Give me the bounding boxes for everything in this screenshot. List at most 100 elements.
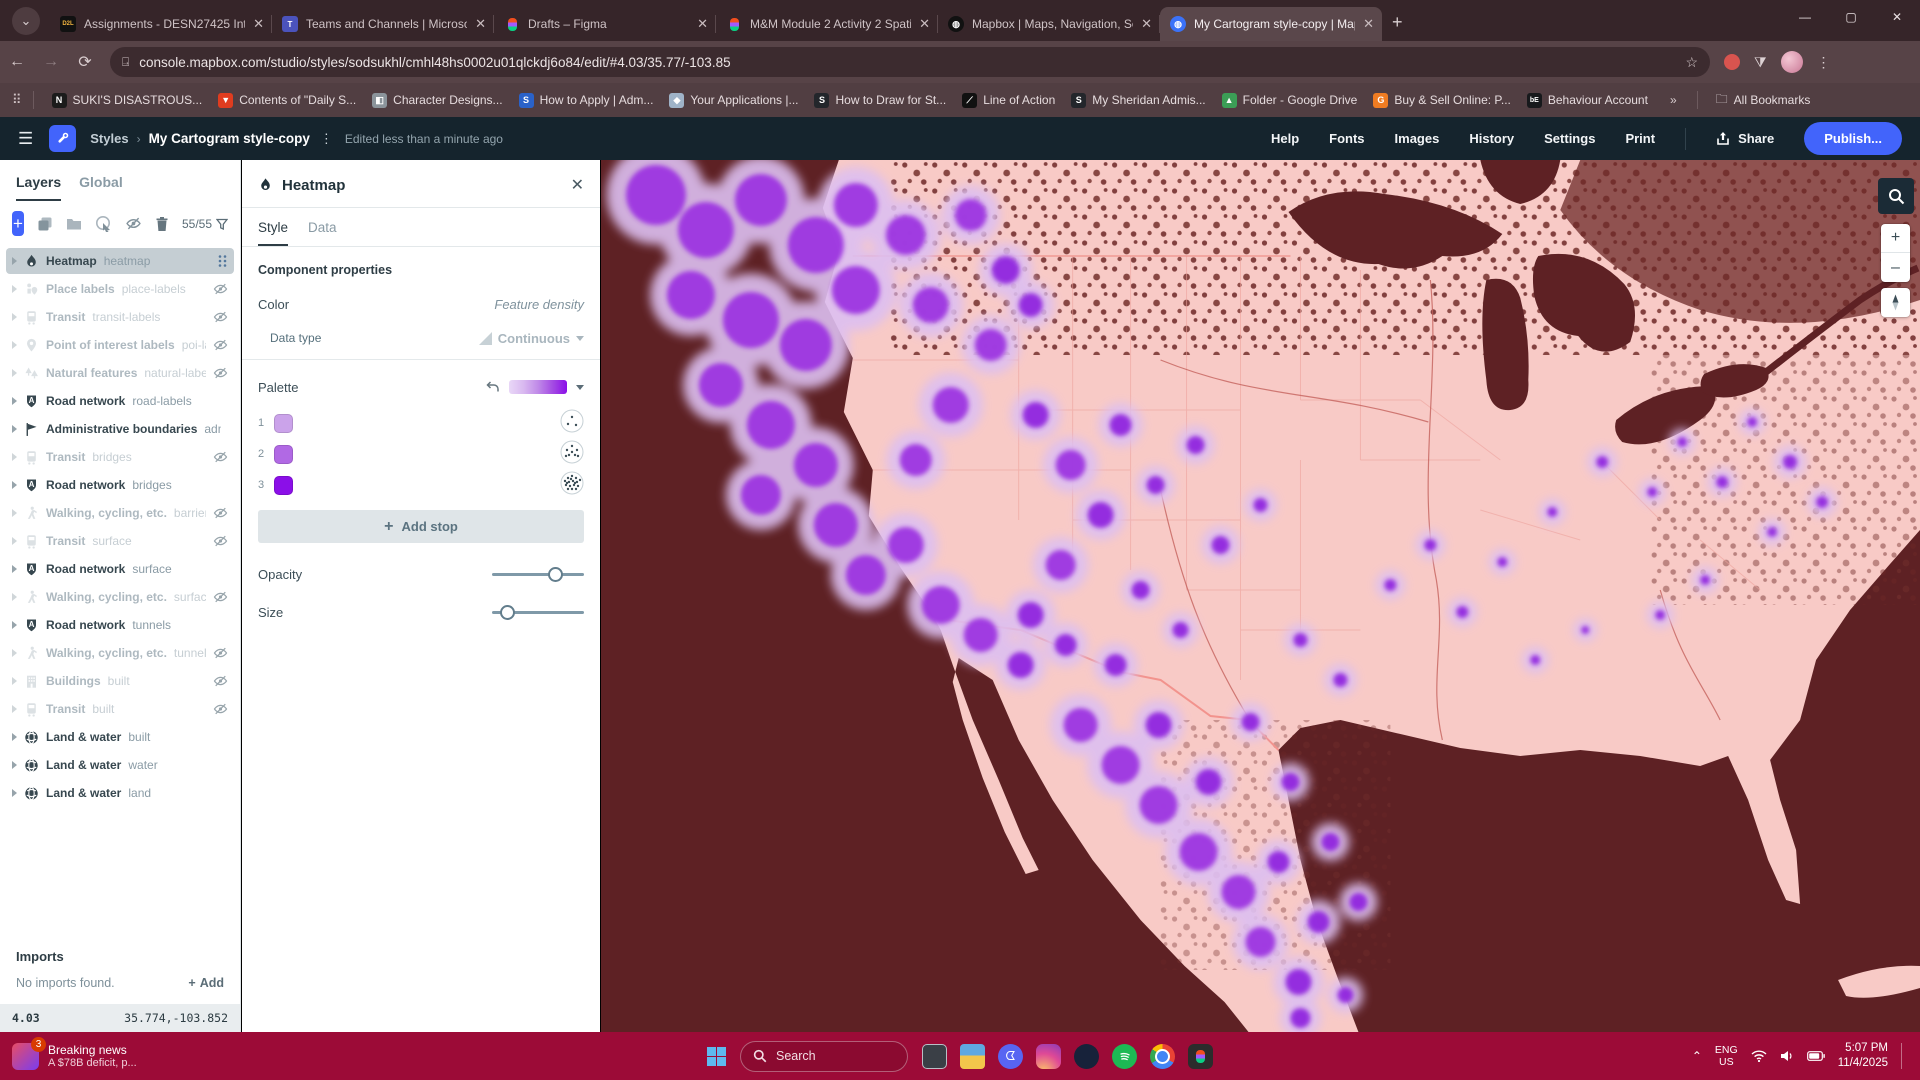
bookmark-item[interactable]: SHow to Draw for St...: [806, 90, 954, 111]
all-bookmarks-button[interactable]: 🗀 All Bookmarks: [1708, 87, 1819, 114]
browser-tab[interactable]: ◍My Cartogram style-copy | Map✕: [1160, 7, 1382, 41]
expand-caret-icon[interactable]: [12, 313, 17, 321]
opacity-slider-handle[interactable]: [548, 567, 563, 582]
tab-style[interactable]: Style: [258, 220, 288, 246]
browser-tab[interactable]: TTeams and Channels | Microsof✕: [272, 7, 494, 41]
size-slider-handle[interactable]: [500, 605, 515, 620]
figma-icon[interactable]: [1188, 1044, 1213, 1069]
layer-row-tunnels[interactable]: ARoad networktunnels: [6, 612, 234, 638]
tab-close-icon[interactable]: ✕: [475, 16, 486, 32]
layer-row-barriers-bridg[interactable]: Walking, cycling, etc.barriers-bridg: [6, 500, 234, 526]
data-type-dropdown[interactable]: Continuous: [479, 331, 584, 346]
expand-caret-icon[interactable]: [12, 705, 17, 713]
map-canvas[interactable]: + –: [601, 160, 1920, 1032]
palette-gradient-swatch[interactable]: [509, 380, 567, 394]
map-search-button[interactable]: [1878, 178, 1914, 214]
color-value[interactable]: Feature density: [494, 297, 584, 312]
expand-caret-icon[interactable]: [12, 425, 17, 433]
browser-tab[interactable]: Drafts – Figma✕: [494, 7, 716, 41]
layer-row-surface[interactable]: Transitsurface: [6, 528, 234, 554]
spotify-icon[interactable]: [1112, 1044, 1137, 1069]
eye-off-icon[interactable]: [213, 366, 228, 380]
tab-close-icon[interactable]: ✕: [253, 16, 264, 32]
layer-row-transit-labels[interactable]: Transittransit-labels: [6, 304, 234, 330]
bookmark-item[interactable]: ◧Character Designs...: [364, 90, 510, 111]
eye-off-icon[interactable]: [213, 674, 228, 688]
layer-row-poi-labels[interactable]: Point of interest labelspoi-labels: [6, 332, 234, 358]
share-button[interactable]: Share: [1716, 131, 1774, 146]
menu-hamburger-icon[interactable]: ☰: [18, 129, 33, 149]
browser-tab[interactable]: M&M Module 2 Activity 2 Spati✕: [716, 7, 938, 41]
nav-fonts[interactable]: Fonts: [1329, 131, 1364, 146]
eye-off-icon[interactable]: [213, 310, 228, 324]
reset-undo-icon[interactable]: [485, 380, 500, 394]
stop-color-swatch[interactable]: [274, 476, 293, 495]
expand-caret-icon[interactable]: [12, 761, 17, 769]
discord-icon[interactable]: ᗧ: [998, 1044, 1023, 1069]
layer-count[interactable]: 55/55: [182, 217, 228, 231]
tab-data[interactable]: Data: [308, 220, 337, 246]
drag-handle-icon[interactable]: [217, 254, 228, 268]
breadcrumb-styles-link[interactable]: Styles: [90, 131, 128, 146]
toggle-visibility-icon[interactable]: [125, 216, 142, 231]
window-maximize-button[interactable]: ▢: [1828, 0, 1874, 34]
layer-row-heatmap[interactable]: Heatmapheatmap: [6, 248, 234, 274]
show-desktop-strip[interactable]: [1901, 1043, 1906, 1069]
file-explorer-icon[interactable]: [960, 1044, 985, 1069]
delete-layer-icon[interactable]: [155, 216, 169, 232]
close-panel-icon[interactable]: ✕: [571, 175, 584, 195]
expand-caret-icon[interactable]: [12, 509, 17, 517]
layer-row-bridges[interactable]: ARoad networkbridges: [6, 472, 234, 498]
layer-row-natural-labels[interactable]: Natural featuresnatural-labels: [6, 360, 234, 386]
zoom-out-button[interactable]: –: [1881, 253, 1910, 282]
expand-caret-icon[interactable]: [12, 453, 17, 461]
layer-row-built[interactable]: Land & waterbuilt: [6, 724, 234, 750]
eye-off-icon[interactable]: [213, 534, 228, 548]
tab-close-icon[interactable]: ✕: [919, 16, 930, 32]
zoom-in-button[interactable]: +: [1881, 224, 1910, 253]
opacity-slider[interactable]: [492, 567, 584, 582]
layer-row-tunnels[interactable]: Walking, cycling, etc.tunnels: [6, 640, 234, 666]
expand-caret-icon[interactable]: [12, 537, 17, 545]
tab-layers[interactable]: Layers: [16, 174, 61, 201]
apps-grid-icon[interactable]: ⠿: [12, 92, 23, 108]
expand-caret-icon[interactable]: [12, 369, 17, 377]
profile-avatar[interactable]: [1781, 51, 1803, 73]
bookmark-item[interactable]: ▼Contents of "Daily S...: [210, 90, 364, 111]
expand-caret-icon[interactable]: [12, 481, 17, 489]
eye-off-icon[interactable]: [213, 506, 228, 520]
expand-caret-icon[interactable]: [12, 565, 17, 573]
layer-row-place-labels[interactable]: Place labelsplace-labels: [6, 276, 234, 302]
expand-caret-icon[interactable]: [12, 341, 17, 349]
expand-caret-icon[interactable]: [12, 593, 17, 601]
eye-off-icon[interactable]: [213, 590, 228, 604]
forward-button[interactable]: →: [34, 53, 68, 71]
clock[interactable]: 5:07 PM 11/4/2025: [1838, 1041, 1888, 1071]
layer-row-built[interactable]: Buildingsbuilt: [6, 668, 234, 694]
expand-caret-icon[interactable]: [12, 733, 17, 741]
screen-icon[interactable]: [922, 1044, 947, 1069]
window-close-button[interactable]: ✕: [1874, 0, 1920, 34]
battery-icon[interactable]: [1807, 1051, 1825, 1061]
nav-print[interactable]: Print: [1625, 131, 1655, 146]
bookmark-item[interactable]: NSUKI'S DISASTROUS...: [44, 90, 211, 111]
back-button[interactable]: ←: [0, 53, 34, 71]
bookmark-item[interactable]: SMy Sheridan Admis...: [1063, 90, 1213, 111]
bookmark-item[interactable]: SHow to Apply | Adm...: [511, 90, 662, 111]
layer-row-admin[interactable]: Administrative boundariesadmin: [6, 416, 234, 442]
nav-settings[interactable]: Settings: [1544, 131, 1595, 146]
expand-caret-icon[interactable]: [12, 649, 17, 657]
browser-menu-icon[interactable]: ⋮: [1817, 54, 1831, 71]
volume-icon[interactable]: [1780, 1050, 1794, 1062]
chevron-down-icon[interactable]: [576, 385, 584, 390]
add-stop-button[interactable]: + Add stop: [258, 510, 584, 543]
site-info-icon[interactable]: ⍈: [122, 55, 129, 70]
bookmarks-overflow-chevron[interactable]: »: [1670, 93, 1677, 107]
eye-off-icon[interactable]: [213, 702, 228, 716]
expand-caret-icon[interactable]: [12, 789, 17, 797]
nav-history[interactable]: History: [1469, 131, 1514, 146]
stop-color-swatch[interactable]: [274, 414, 293, 433]
stop-color-swatch[interactable]: [274, 445, 293, 464]
expand-caret-icon[interactable]: [12, 397, 17, 405]
group-folder-icon[interactable]: [66, 217, 82, 231]
